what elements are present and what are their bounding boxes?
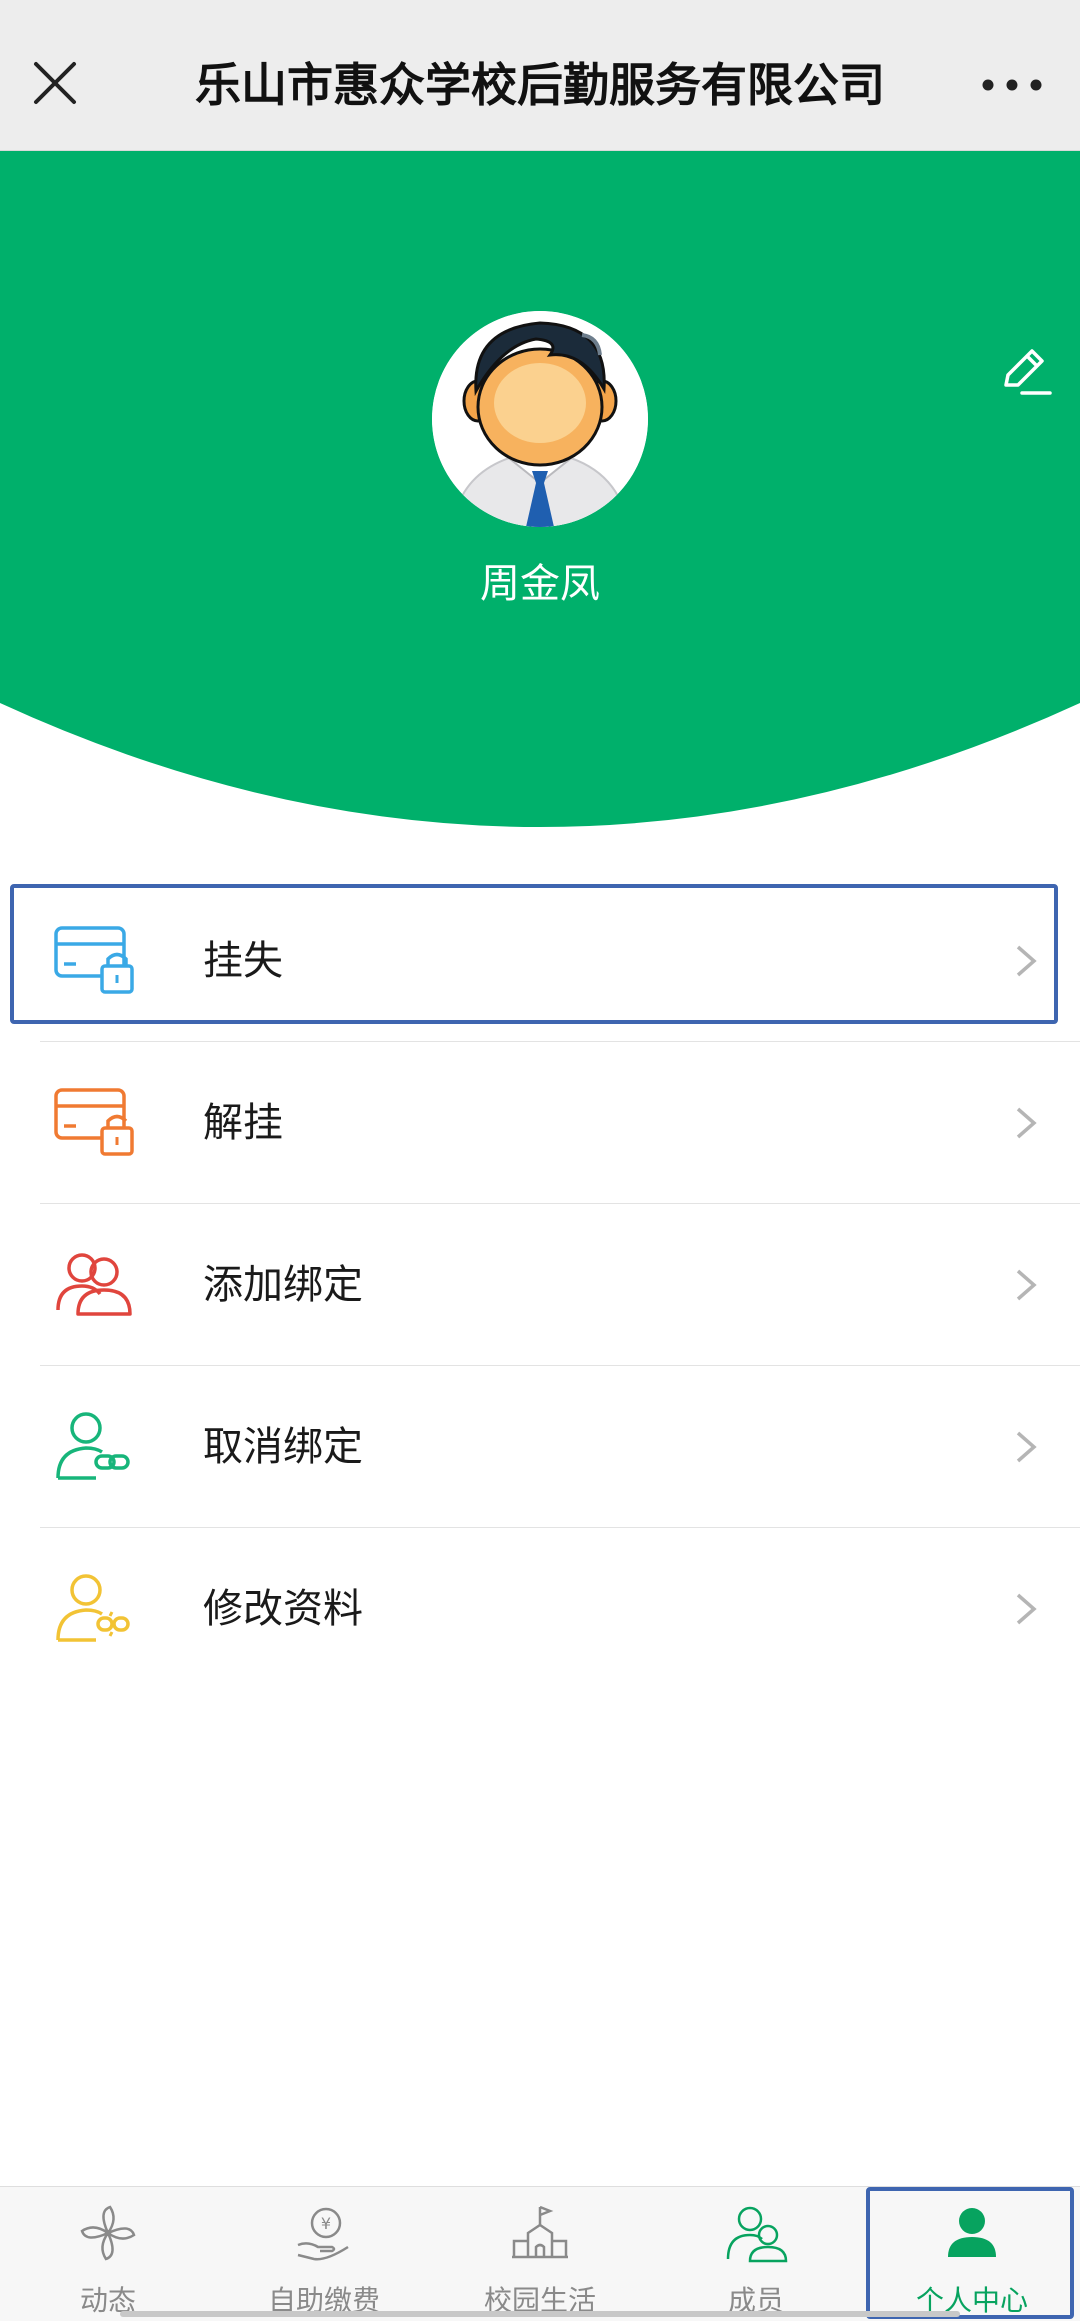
user-link-icon: [56, 1412, 130, 1480]
menu-item-label: 修改资料: [203, 1586, 363, 1632]
chevron-right-icon: [1016, 1269, 1037, 1301]
tab-self-payment[interactable]: ¥ 自助缴费: [216, 2187, 432, 2321]
card-lock-icon: [54, 926, 134, 994]
menu-item-report-loss[interactable]: 挂失: [0, 880, 1080, 1042]
menu-item-unlock[interactable]: 解挂: [0, 1042, 1080, 1204]
user-name: 周金凤: [480, 561, 600, 607]
user-edit-icon: [56, 1574, 130, 1642]
tab-members[interactable]: 成员: [648, 2187, 864, 2321]
chevron-right-icon: [1016, 1107, 1037, 1139]
close-icon[interactable]: [30, 58, 80, 108]
campus-building-icon: [512, 2205, 568, 2259]
tab-news[interactable]: 动态: [0, 2187, 216, 2321]
pinwheel-icon: [80, 2205, 136, 2261]
menu-list: 挂失 解挂 添加绑定 取消绑定 修改资料: [0, 880, 1080, 1690]
payment-hand-icon: ¥: [297, 2207, 349, 2261]
profile-banner: 周金凤: [0, 151, 1080, 831]
chevron-right-icon: [1016, 1593, 1037, 1625]
svg-text:¥: ¥: [321, 2214, 331, 2233]
menu-item-label: 添加绑定: [203, 1262, 363, 1308]
page-title: 乐山市惠众学校后勤服务有限公司: [195, 58, 885, 112]
members-icon: [726, 2206, 788, 2263]
menu-item-label: 取消绑定: [203, 1424, 363, 1470]
avatar[interactable]: [432, 311, 648, 527]
tab-personal-center[interactable]: 个人中心: [864, 2187, 1080, 2321]
home-indicator: [120, 2311, 960, 2317]
top-bar: 乐山市惠众学校后勤服务有限公司: [0, 0, 1080, 151]
users-icon: [56, 1253, 132, 1316]
more-options-icon[interactable]: [980, 70, 1044, 100]
bottom-tab-bar: 动态 ¥ 自助缴费 校园生活 成员 个人中心: [0, 2186, 1080, 2321]
chevron-right-icon: [1016, 945, 1037, 977]
tab-campus-life[interactable]: 校园生活: [432, 2187, 648, 2321]
menu-item-remove-binding[interactable]: 取消绑定: [0, 1366, 1080, 1528]
menu-item-add-binding[interactable]: 添加绑定: [0, 1204, 1080, 1366]
menu-item-label: 挂失: [203, 938, 283, 984]
card-unlock-icon: [54, 1088, 134, 1156]
menu-item-label: 解挂: [203, 1100, 283, 1146]
edit-icon[interactable]: [994, 341, 1054, 401]
avatar-image: [432, 311, 648, 527]
menu-item-edit-profile[interactable]: 修改资料: [0, 1528, 1080, 1690]
person-icon: [948, 2208, 996, 2257]
chevron-right-icon: [1016, 1431, 1037, 1463]
